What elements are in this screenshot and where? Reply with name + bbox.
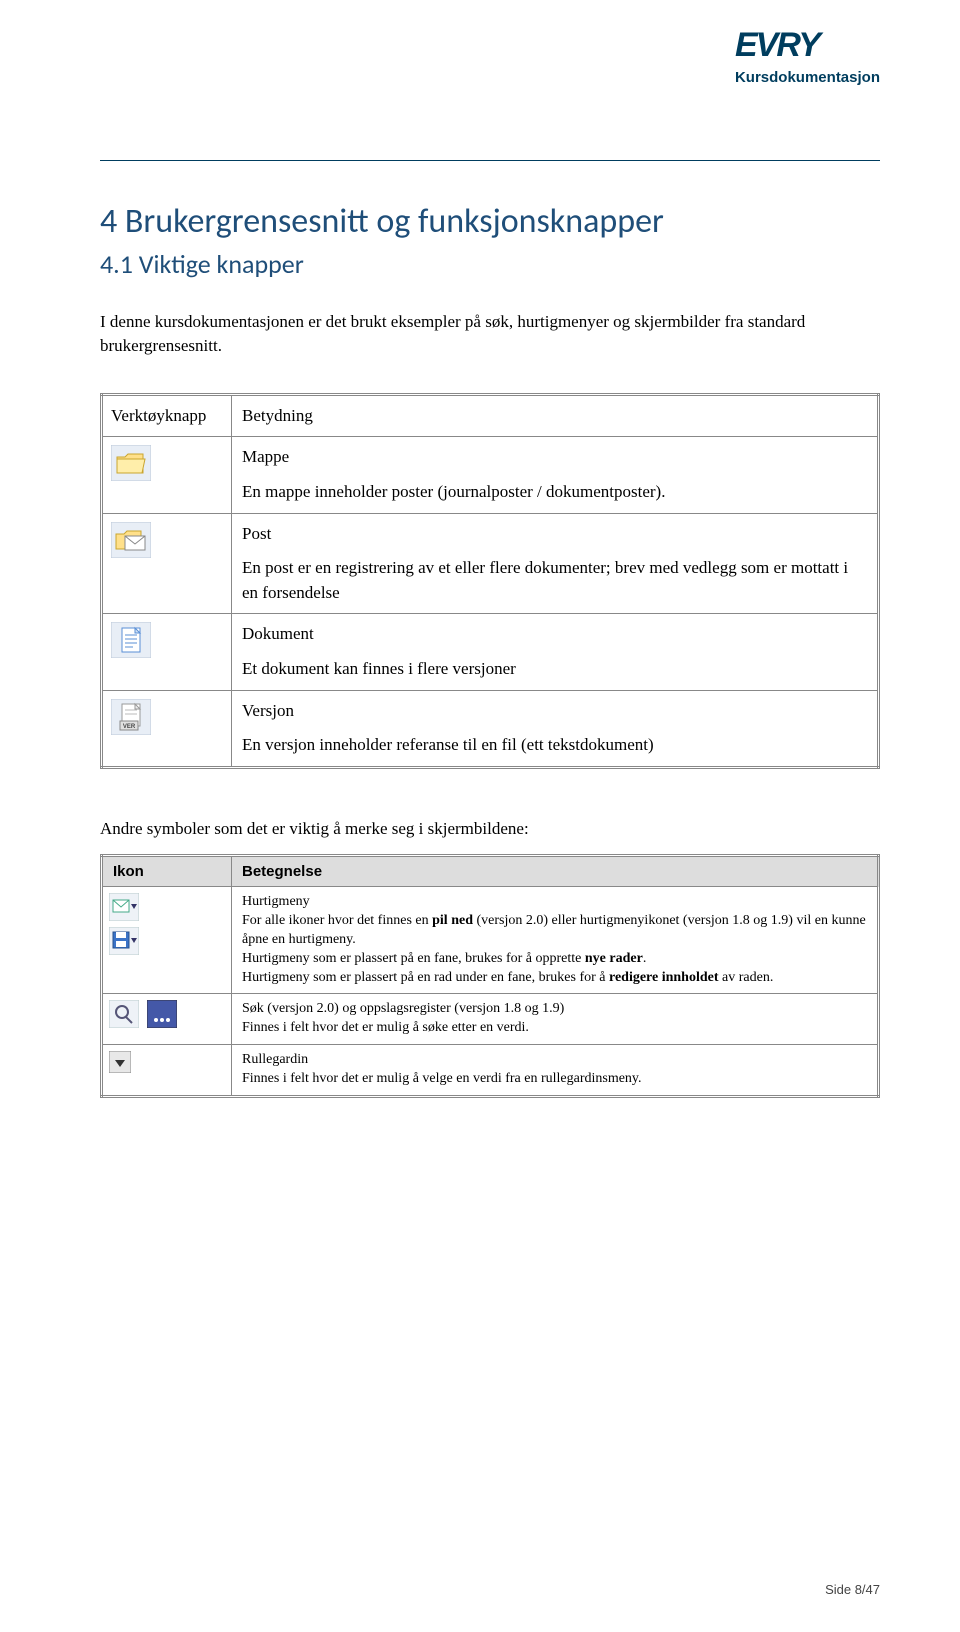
disk-dropdown-icon [109,927,139,955]
description: En versjon inneholder referanse til en f… [242,733,867,758]
icon-cell [102,513,232,614]
term: Mappe [242,445,867,470]
version-icon: VER [111,699,151,735]
designation-cell: RullegardinFinnes i felt hvor det er mul… [232,1045,879,1097]
description: En mappe inneholder poster (journalposte… [242,480,867,505]
subheading: Andre symboler som det er viktig å merke… [100,819,880,839]
icon-cell [102,1045,232,1097]
svg-text:VER: VER [123,724,136,730]
description: Et dokument kan finnes i flere versjoner [242,657,867,682]
heading-1: 4 Brukergrensesnitt og funksjonsknapper [100,201,880,242]
intro-paragraph: I denne kursdokumentasjonen er det brukt… [100,310,880,358]
designation-cell: Søk (versjon 2.0) og oppslagsregister (v… [232,994,879,1045]
icon-cell [102,614,232,690]
term: Post [242,522,867,547]
col-header-icon: Verktøyknapp [102,394,232,437]
table-header-row: Ikon Betegnelse [102,856,879,887]
icon-cell [102,994,232,1045]
table-row: Dokument Et dokument kan finnes i flere … [102,614,879,690]
meaning-cell: Dokument Et dokument kan finnes i flere … [232,614,879,690]
table-header-row: Verktøyknapp Betydning [102,394,879,437]
symbols-table: Ikon Betegnelse HurtigmenyFor alle ikone… [100,854,880,1098]
page-header: EVRY Kursdokumentasjon [735,30,880,86]
folder-icon [111,445,151,481]
mail-dropdown-icon [109,893,139,921]
col-header-designation: Betegnelse [232,856,879,887]
table-row: Søk (versjon 2.0) og oppslagsregister (v… [102,994,879,1045]
ellipsis-icon [147,1000,177,1028]
document-icon [111,622,151,658]
meaning-cell: Post En post er en registrering av et el… [232,513,879,614]
table-row: VER Versjon En versjon inneholder refera… [102,690,879,767]
table-row: HurtigmenyFor alle ikoner hvor det finne… [102,887,879,994]
header-rule [100,160,880,161]
page-footer: Side 8/47 [825,1582,880,1597]
table-row: RullegardinFinnes i felt hvor det er mul… [102,1045,879,1097]
meaning-cell: Mappe En mappe inneholder poster (journa… [232,437,879,513]
term: Dokument [242,622,867,647]
icon-cell: VER [102,690,232,767]
icon-cell [102,887,232,994]
search-icon [109,1000,139,1028]
col-header-icon: Ikon [102,856,232,887]
col-header-meaning: Betydning [232,394,879,437]
heading-2: 4.1 Viktige knapper [100,248,880,280]
meaning-cell: Versjon En versjon inneholder referanse … [232,690,879,767]
icon-cell [102,437,232,513]
designation-cell: HurtigmenyFor alle ikoner hvor det finne… [232,887,879,994]
term: Versjon [242,699,867,724]
post-icon [111,522,151,558]
description: En post er en registrering av et eller f… [242,556,867,605]
logo: EVRY [735,30,880,61]
toolbar-table: Verktøyknapp Betydning Mappe En mappe in… [100,393,880,769]
table-row: Post En post er en registrering av et el… [102,513,879,614]
dropdown-icon [109,1051,131,1073]
table-row: Mappe En mappe inneholder poster (journa… [102,437,879,513]
logo-subtitle: Kursdokumentasjon [735,69,880,86]
